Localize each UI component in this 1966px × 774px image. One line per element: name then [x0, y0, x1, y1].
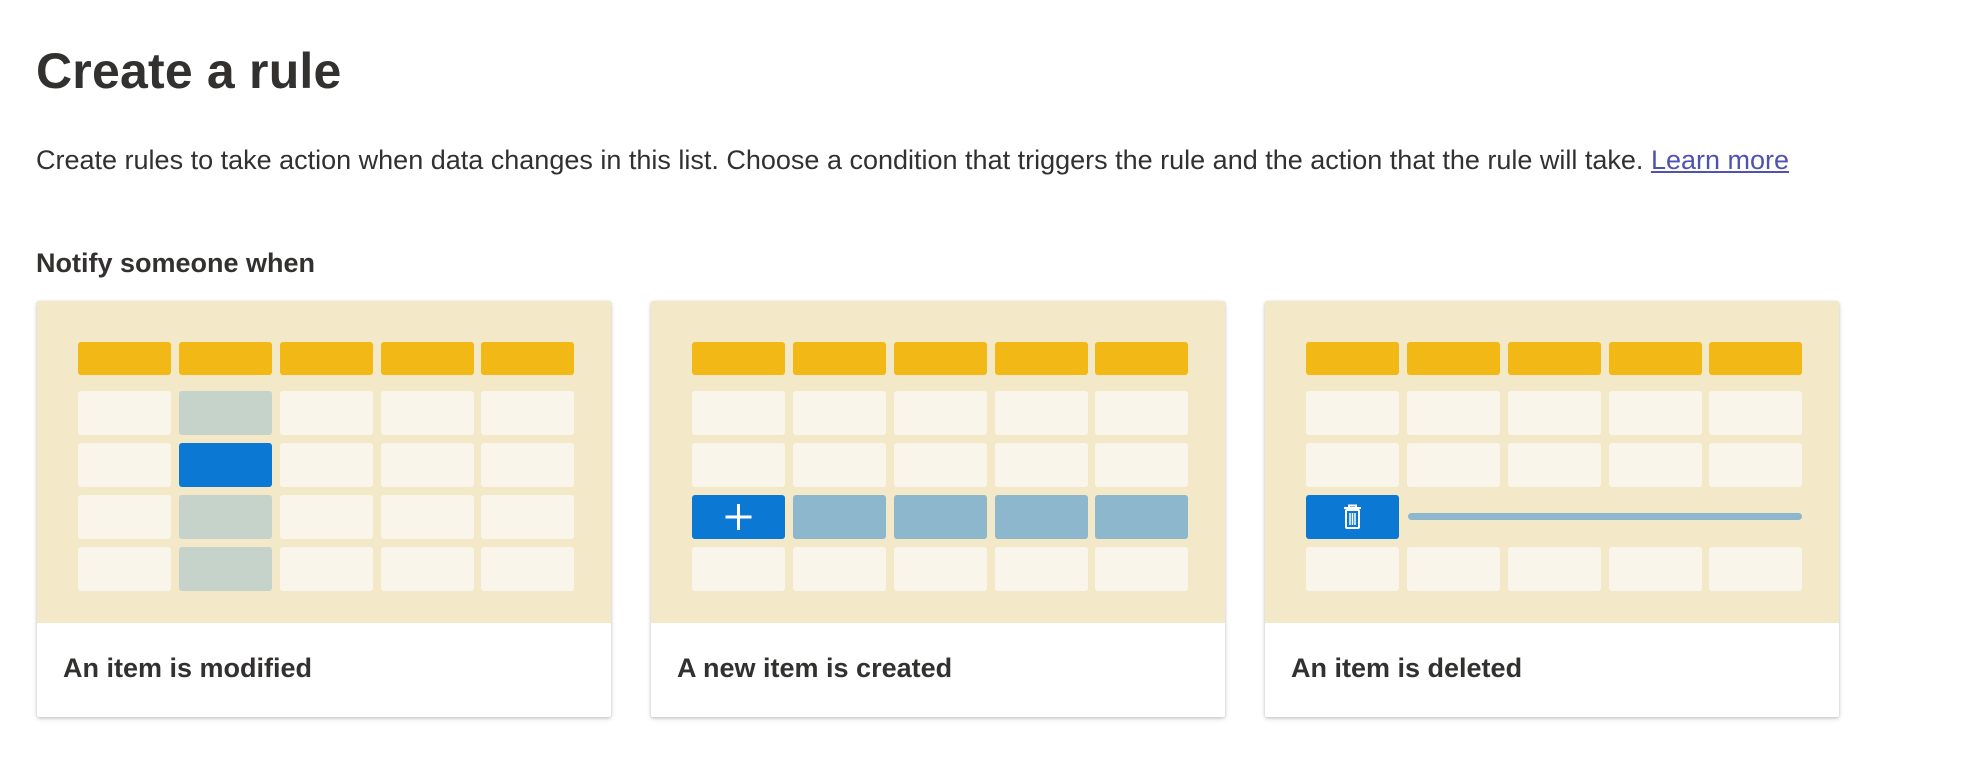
table-cell	[481, 443, 574, 487]
new-row-cell	[995, 495, 1088, 539]
table-cell	[793, 443, 886, 487]
table-header-cell	[1095, 342, 1188, 375]
table-header-cell	[1709, 342, 1802, 375]
table-header-cell	[1508, 342, 1601, 375]
table-header-cell	[1306, 342, 1399, 375]
table-cell	[1407, 443, 1500, 487]
page-description: Create rules to take action when data ch…	[36, 145, 1789, 176]
deleted-item-cell	[1306, 495, 1399, 539]
table-cell	[78, 495, 171, 539]
table-cell	[78, 391, 171, 435]
modified-illustration	[37, 301, 611, 623]
table-cell	[1306, 547, 1399, 591]
table-header-cell	[280, 342, 373, 375]
table-cell	[381, 443, 474, 487]
table-cell	[793, 391, 886, 435]
selected-column-cell	[179, 495, 272, 539]
new-item-cell	[692, 495, 785, 539]
card-item-deleted[interactable]: An item is deleted	[1265, 301, 1839, 717]
section-label: Notify someone when	[36, 248, 316, 278]
table-cell	[692, 443, 785, 487]
table-cell	[894, 547, 987, 591]
trash-icon	[1344, 504, 1361, 529]
table-cell	[995, 547, 1088, 591]
new-row-cell	[1095, 495, 1188, 539]
table-cell	[280, 443, 373, 487]
table-cell	[692, 391, 785, 435]
table-cell	[1407, 391, 1500, 435]
table-cell	[1095, 547, 1188, 591]
created-illustration	[651, 301, 1225, 623]
table-header-cell	[381, 342, 474, 375]
table-cell	[1508, 391, 1601, 435]
table-cell	[1609, 547, 1702, 591]
table-header-cell	[793, 342, 886, 375]
table-header-cell	[78, 342, 171, 375]
table-cell	[894, 391, 987, 435]
table-cell	[1709, 443, 1802, 487]
strikethrough-line	[1408, 513, 1802, 520]
selected-column-cell	[179, 547, 272, 591]
table-header-cell	[179, 342, 272, 375]
table-header-cell	[894, 342, 987, 375]
table-cell	[381, 391, 474, 435]
table-cell	[481, 495, 574, 539]
plus-icon	[725, 504, 752, 530]
table-header-cell	[692, 342, 785, 375]
table-cell	[78, 443, 171, 487]
table-cell	[280, 547, 373, 591]
table-header-cell	[481, 342, 574, 375]
table-header-cell	[1609, 342, 1702, 375]
card-item-modified[interactable]: An item is modified	[37, 301, 611, 717]
table-cell	[481, 547, 574, 591]
description-text: Create rules to take action when data ch…	[36, 145, 1651, 175]
page-title: Create a rule	[36, 43, 342, 99]
card-label: An item is deleted	[1291, 653, 1523, 683]
new-row-cell	[793, 495, 886, 539]
table-cell	[381, 495, 474, 539]
deleted-illustration	[1265, 301, 1839, 623]
table-cell	[1709, 547, 1802, 591]
selected-column-cell	[179, 391, 272, 435]
table-cell	[1306, 443, 1399, 487]
table-cell	[1609, 443, 1702, 487]
modified-cell	[179, 443, 272, 487]
table-cell	[1609, 391, 1702, 435]
learn-more-link[interactable]: Learn more	[1651, 145, 1789, 175]
table-cell	[280, 495, 373, 539]
new-row-cell	[894, 495, 987, 539]
table-cell	[481, 391, 574, 435]
table-cell	[1508, 443, 1601, 487]
table-cell	[793, 547, 886, 591]
table-cell	[692, 547, 785, 591]
create-rule-page: Create a rule Create rules to take actio…	[0, 0, 1966, 774]
table-cell	[995, 443, 1088, 487]
card-item-created[interactable]: A new item is created	[651, 301, 1225, 717]
table-cell	[1508, 547, 1601, 591]
table-header-cell	[995, 342, 1088, 375]
table-cell	[280, 391, 373, 435]
table-header-cell	[1407, 342, 1500, 375]
table-cell	[1709, 391, 1802, 435]
table-cell	[1095, 391, 1188, 435]
card-label: An item is modified	[63, 653, 313, 683]
card-label: A new item is created	[677, 653, 953, 683]
table-cell	[381, 547, 474, 591]
table-cell	[1407, 547, 1500, 591]
table-cell	[1095, 443, 1188, 487]
table-cell	[78, 547, 171, 591]
table-cell	[894, 443, 987, 487]
table-cell	[995, 391, 1088, 435]
table-cell	[1306, 391, 1399, 435]
